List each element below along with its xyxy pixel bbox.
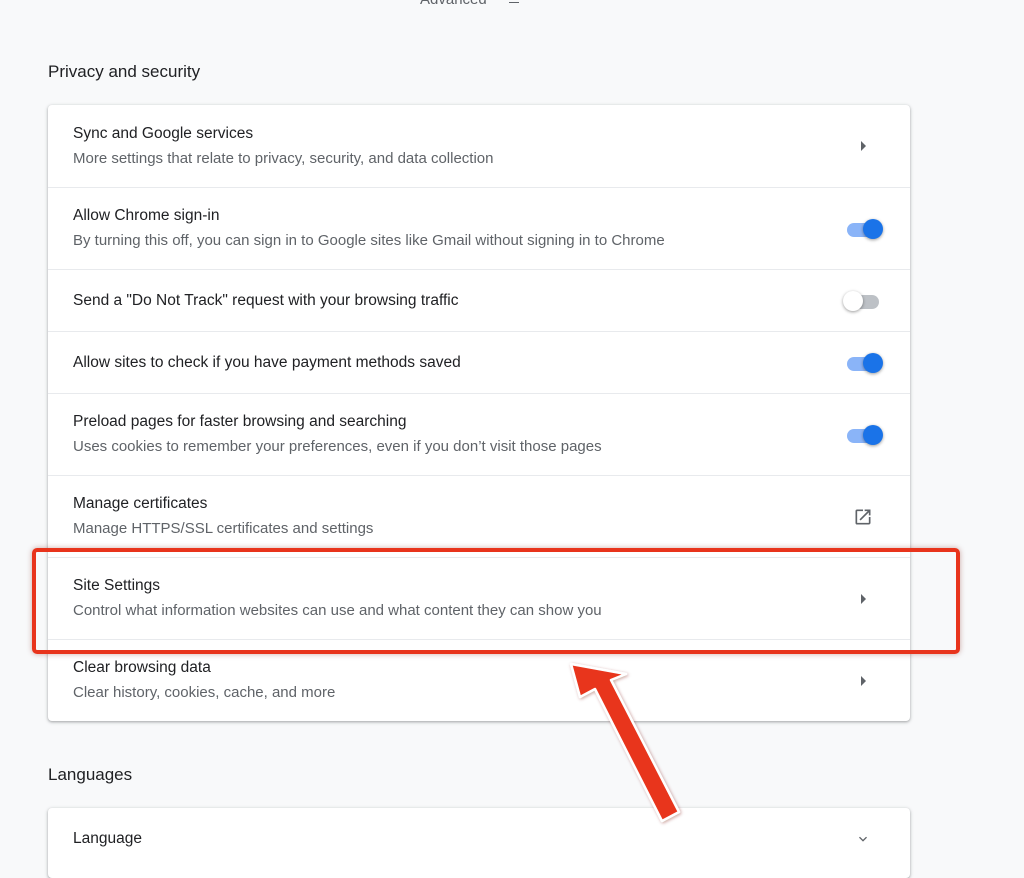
row-subtitle: Clear history, cookies, cache, and more [73, 684, 336, 701]
advanced-toggle[interactable]: Advanced [420, 0, 519, 8]
row-title: Site Settings [73, 577, 161, 594]
row-subtitle: Uses cookies to remember your preference… [73, 438, 602, 455]
do-not-track-toggle[interactable] [843, 289, 883, 313]
row-title: Sync and Google services [73, 124, 254, 142]
row-title: Allow sites to check if you have payment… [73, 353, 461, 371]
language-row[interactable]: Language [48, 808, 910, 870]
row-title: Send a "Do Not Track" request with your … [73, 291, 459, 309]
preload-pages-toggle[interactable] [843, 423, 883, 447]
advanced-label: Advanced [420, 0, 487, 8]
site-settings-row[interactable]: Site Settings Control what information w… [48, 557, 910, 639]
do-not-track-row[interactable]: Send a "Do Not Track" request with your … [48, 269, 910, 331]
row-title: Clear browsing data [73, 659, 211, 676]
row-title: Allow Chrome sign-in [73, 207, 220, 224]
row-subtitle: More settings that relate to privacy, se… [73, 149, 494, 167]
clear-browsing-data-row[interactable]: Clear browsing data Clear history, cooki… [48, 639, 910, 721]
allow-chrome-signin-row[interactable]: Allow Chrome sign-in By turning this off… [48, 187, 910, 269]
row-subtitle: Control what information websites can us… [73, 602, 602, 619]
row-subtitle: Manage HTTPS/SSL certificates and settin… [73, 520, 374, 537]
chevron-right-icon[interactable] [860, 675, 866, 686]
row-title: Manage certificates [73, 495, 208, 512]
payment-methods-toggle[interactable] [843, 351, 883, 375]
row-title: Language [73, 830, 142, 847]
chevron-right-icon[interactable] [860, 141, 866, 151]
preload-pages-row[interactable]: Preload pages for faster browsing and se… [48, 393, 910, 475]
external-link-icon[interactable] [853, 507, 873, 527]
row-subtitle: By turning this off, you can sign in to … [73, 232, 665, 249]
languages-card: Language [48, 808, 910, 878]
sync-google-services-row[interactable]: Sync and Google services More settings t… [48, 105, 910, 187]
payment-methods-row[interactable]: Allow sites to check if you have payment… [48, 331, 910, 393]
privacy-section-title: Privacy and security [48, 62, 201, 81]
collapse-icon [508, 2, 519, 3]
chevron-right-icon[interactable] [860, 593, 866, 604]
manage-certificates-row[interactable]: Manage certificates Manage HTTPS/SSL cer… [48, 475, 910, 557]
chevron-down-icon[interactable] [855, 831, 871, 847]
row-title: Preload pages for faster browsing and se… [73, 413, 407, 430]
allow-chrome-signin-toggle[interactable] [843, 217, 883, 241]
languages-section-title: Languages [48, 765, 133, 784]
privacy-card: Sync and Google services More settings t… [48, 105, 910, 721]
